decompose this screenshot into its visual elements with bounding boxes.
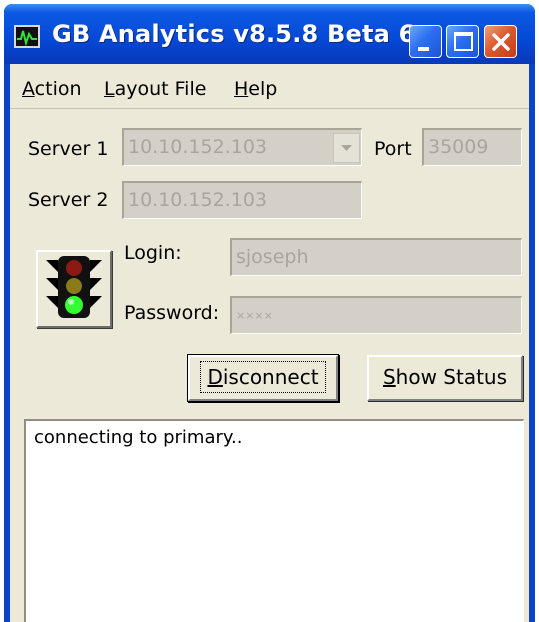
chevron-down-icon — [341, 145, 352, 151]
password-field[interactable]: ×××× — [230, 296, 522, 334]
app-window: GB Analytics v8.5.8 Beta 6 Action Layout… — [4, 4, 535, 622]
login-label: Login: — [124, 242, 182, 264]
close-icon — [492, 33, 510, 51]
menu-bar: Action Layout File Help — [10, 64, 529, 109]
server1-value: 10.10.152.103 — [128, 136, 268, 158]
disconnect-mnemonic: D — [207, 365, 223, 389]
connect-status-button[interactable] — [36, 250, 112, 328]
password-label: Password: — [124, 302, 220, 324]
show-status-button[interactable]: Show Status — [367, 355, 523, 401]
disconnect-label: Disconnect — [200, 361, 326, 393]
menu-help[interactable]: Help — [234, 78, 277, 100]
minimize-icon — [418, 47, 429, 51]
client-area: Action Layout File Help Server 1 10.10.1… — [10, 64, 529, 622]
menu-action[interactable]: Action — [22, 78, 82, 100]
minimize-button[interactable] — [409, 25, 442, 58]
title-bar[interactable]: GB Analytics v8.5.8 Beta 6 — [4, 4, 535, 64]
maximize-icon — [454, 32, 473, 51]
disconnect-button[interactable]: Disconnect — [188, 355, 338, 401]
disconnect-rest: isconnect — [222, 365, 319, 389]
maximize-button[interactable] — [446, 25, 479, 58]
close-button[interactable] — [484, 25, 517, 58]
show-status-rest: how Status — [395, 365, 508, 389]
server2-field[interactable]: 10.10.152.103 — [122, 181, 362, 219]
server1-dropdown-button[interactable] — [333, 133, 360, 163]
login-field[interactable]: sjoseph — [230, 238, 522, 276]
server1-label: Server 1 — [28, 138, 109, 160]
port-label: Port — [374, 138, 412, 160]
traffic-light-icon — [46, 256, 102, 318]
app-chart-icon — [14, 25, 40, 48]
server2-label: Server 2 — [28, 189, 109, 211]
window-title: GB Analytics v8.5.8 Beta 6 — [52, 20, 416, 48]
show-status-mnemonic: S — [382, 365, 396, 389]
status-log[interactable]: connecting to primary.. — [24, 419, 524, 622]
menu-layout-file[interactable]: Layout File — [104, 78, 206, 100]
port-field[interactable]: 35009 — [422, 128, 522, 166]
server1-combobox[interactable]: 10.10.152.103 — [122, 128, 362, 166]
